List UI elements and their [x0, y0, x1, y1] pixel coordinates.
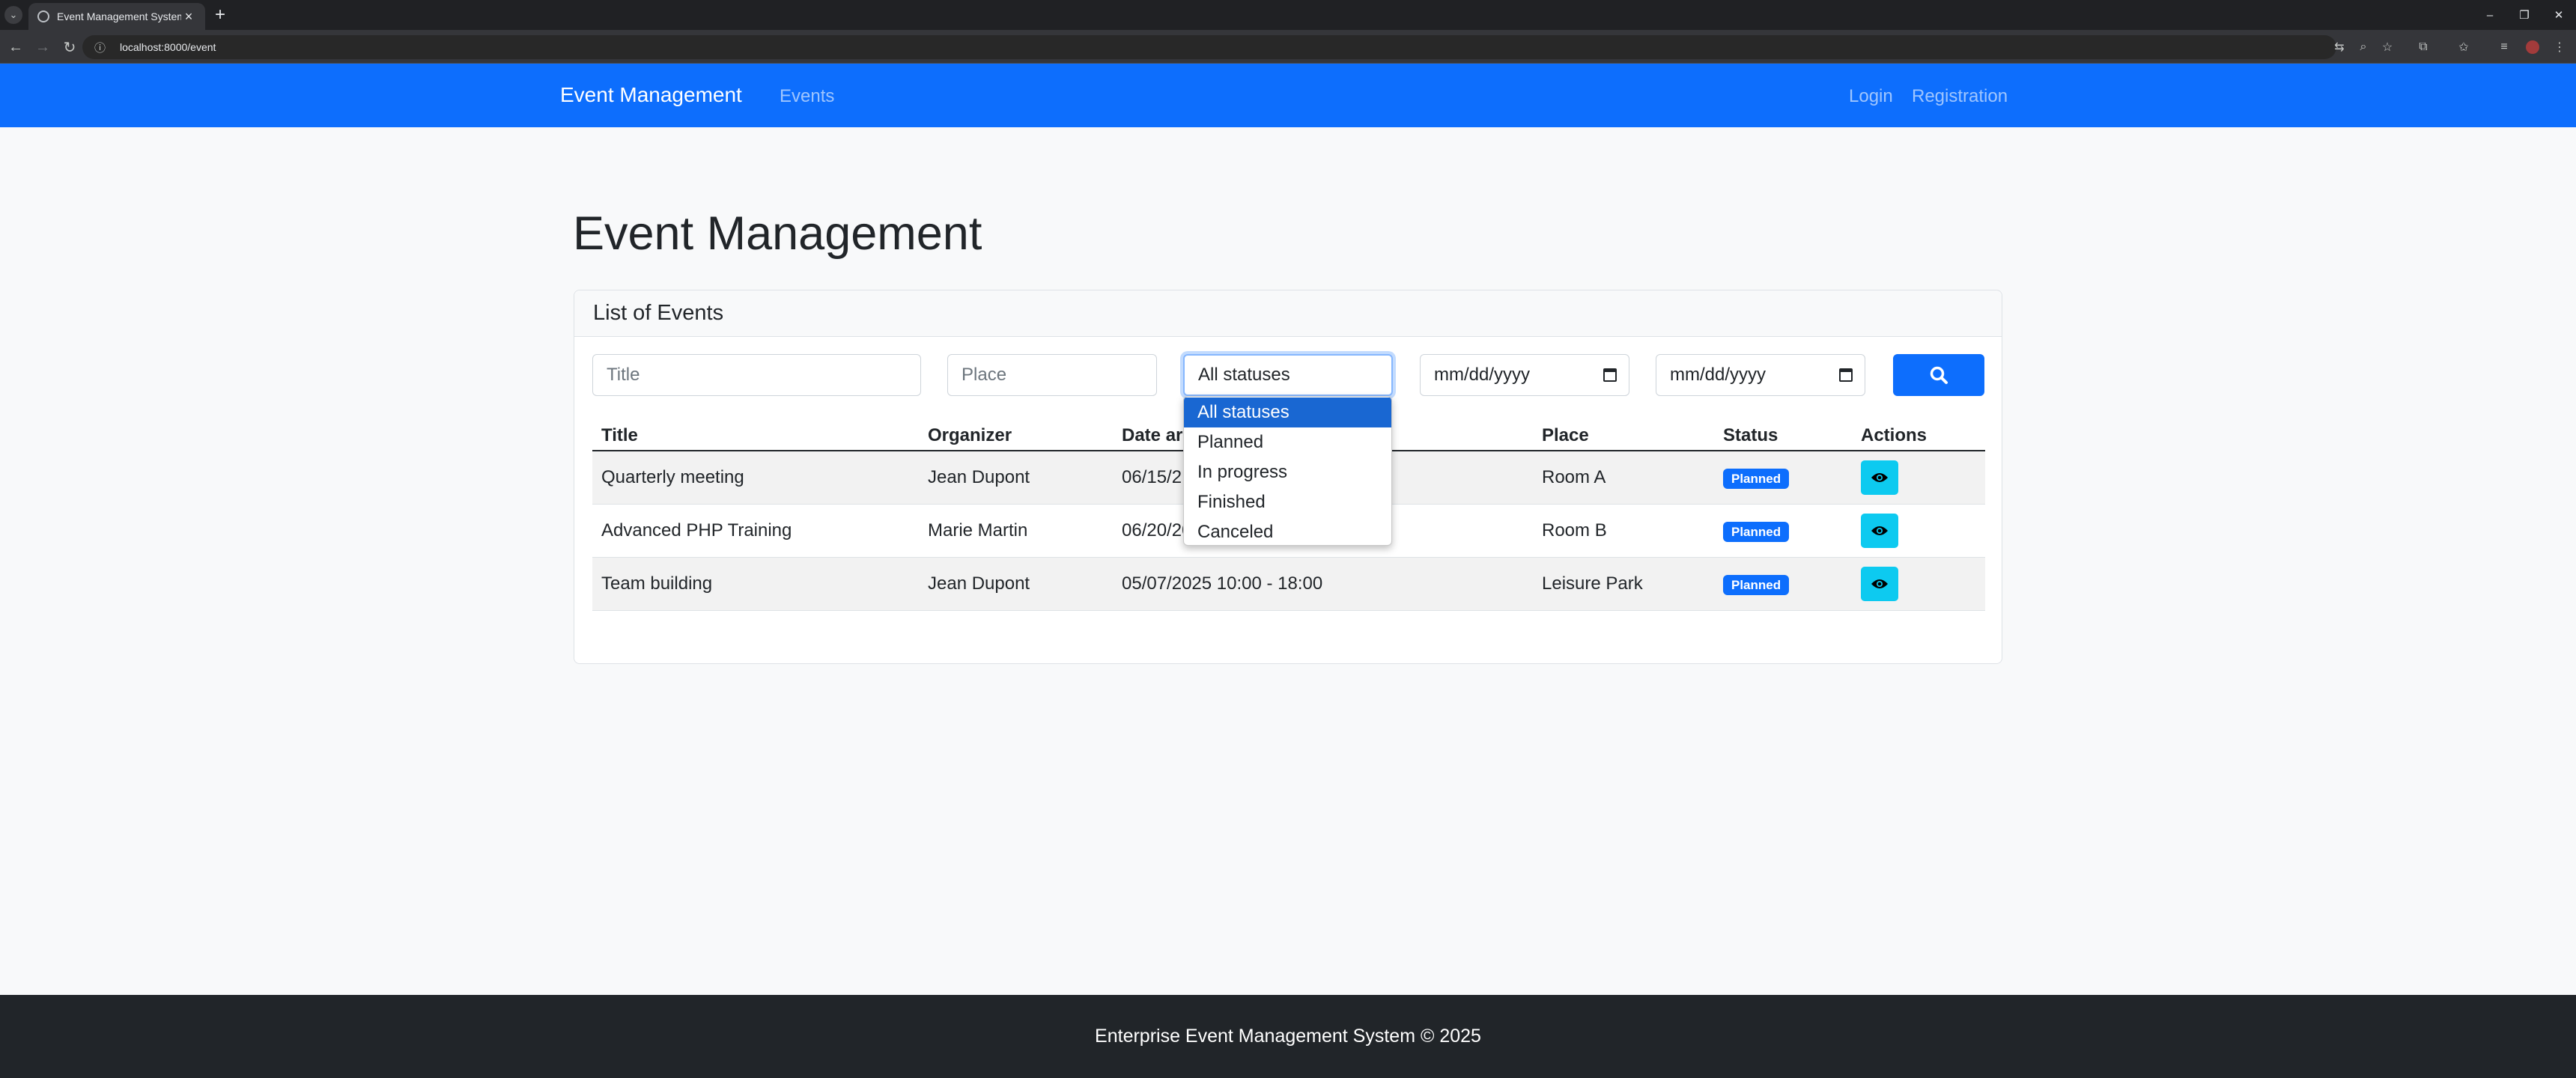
nav-link-registration[interactable]: Registration	[1912, 86, 2008, 107]
tab-search-icon[interactable]: ⌄	[4, 6, 22, 24]
event-title: Quarterly meeting	[592, 451, 919, 505]
nav-link-events[interactable]: Events	[780, 86, 834, 107]
event-date: 05/07/2025 10:00 - 18:00	[1113, 557, 1533, 611]
status-cell: Planned	[1714, 557, 1852, 611]
site-footer: Enterprise Event Management System © 202…	[0, 995, 2576, 1078]
new-tab-icon[interactable]: +	[210, 4, 231, 25]
bookmark-star-icon[interactable]: ☆	[2377, 37, 2398, 58]
view-event-button[interactable]	[1861, 460, 1898, 495]
date-from-placeholder: mm/dd/yyyy	[1434, 365, 1531, 385]
actions-cell	[1852, 504, 1985, 558]
eye-icon	[1871, 579, 1888, 588]
site-navbar: Event Management Events Login Registrati…	[0, 64, 2576, 127]
place-filter-input[interactable]: Place	[947, 354, 1157, 396]
date-from-input[interactable]: mm/dd/yyyy	[1420, 354, 1629, 396]
status-option-canceled[interactable]: Canceled	[1184, 517, 1391, 545]
status-dropdown-list: All statuses Planned In progress Finishe…	[1183, 396, 1392, 546]
footer-text: Enterprise Event Management System © 202…	[1095, 1026, 1481, 1047]
card-title: List of Events	[593, 301, 724, 325]
menu-kebab-icon[interactable]: ⋮	[2549, 37, 2570, 58]
card-header: List of Events	[574, 290, 2002, 337]
translate-icon[interactable]: ⇆	[2329, 37, 2350, 58]
back-icon[interactable]: ←	[4, 36, 27, 58]
date-to-input[interactable]: mm/dd/yyyy	[1656, 354, 1865, 396]
search-button[interactable]	[1893, 354, 1984, 396]
status-option-planned[interactable]: Planned	[1184, 427, 1391, 457]
page-title: Event Management	[573, 207, 982, 260]
tab-title: Event Management System	[57, 10, 181, 22]
navbar-brand[interactable]: Event Management	[560, 83, 742, 107]
column-header-place: Place	[1533, 421, 1714, 451]
status-badge: Planned	[1723, 574, 1790, 595]
close-window-icon[interactable]: ✕	[2542, 1, 2576, 28]
event-organizer: Jean Dupont	[919, 451, 1113, 505]
reload-icon[interactable]: ↻	[58, 36, 81, 58]
status-filter-value: All statuses	[1198, 365, 1290, 385]
status-cell: Planned	[1714, 451, 1852, 505]
site-info-icon[interactable]: ⓘ	[94, 40, 111, 55]
column-header-organizer: Organizer	[919, 421, 1113, 451]
event-title: Team building	[592, 557, 919, 611]
bookmarks-icon[interactable]: ✩	[2453, 37, 2474, 58]
event-organizer: Jean Dupont	[919, 557, 1113, 611]
minimize-icon[interactable]: –	[2473, 1, 2507, 28]
eye-icon	[1871, 473, 1888, 482]
url-text[interactable]: localhost:8000/event	[120, 41, 216, 53]
status-filter-select[interactable]: All statuses	[1183, 354, 1393, 396]
address-bar[interactable]: ⓘ localhost:8000/event	[82, 35, 2336, 59]
table-row: Team building Jean Dupont 05/07/2025 10:…	[592, 557, 1985, 611]
nav-link-login[interactable]: Login	[1849, 86, 1893, 107]
event-place: Room B	[1533, 504, 1714, 558]
forward-icon[interactable]: →	[31, 36, 54, 58]
reading-list-icon[interactable]: ≡	[2494, 37, 2515, 58]
column-header-status: Status	[1714, 421, 1852, 451]
extensions-icon[interactable]: ⧉	[2413, 37, 2434, 58]
actions-cell	[1852, 557, 1985, 611]
event-organizer: Marie Martin	[919, 504, 1113, 558]
eye-icon	[1871, 526, 1888, 535]
status-badge: Planned	[1723, 468, 1790, 489]
date-to-placeholder: mm/dd/yyyy	[1670, 365, 1767, 385]
status-option-in-progress[interactable]: In progress	[1184, 457, 1391, 487]
column-header-actions: Actions	[1852, 421, 1985, 451]
browser-tab[interactable]: Event Management System ×	[28, 3, 205, 30]
status-cell: Planned	[1714, 504, 1852, 558]
actions-cell	[1852, 451, 1985, 505]
view-event-button[interactable]	[1861, 514, 1898, 548]
column-header-title: Title	[592, 421, 919, 451]
status-option-finished[interactable]: Finished	[1184, 487, 1391, 517]
status-option-all[interactable]: All statuses	[1184, 398, 1391, 427]
restore-icon[interactable]: ❐	[2507, 1, 2542, 28]
place-filter-placeholder: Place	[962, 365, 1007, 385]
profile-avatar-icon[interactable]	[2522, 37, 2543, 58]
browser-tab-strip: ⌄ Event Management System × + – ❐ ✕	[0, 0, 2576, 30]
calendar-icon[interactable]	[1603, 368, 1617, 382]
title-filter-placeholder: Title	[607, 365, 640, 385]
search-icon	[1930, 366, 1948, 384]
event-place: Leisure Park	[1533, 557, 1714, 611]
globe-icon	[37, 10, 49, 22]
event-place: Room A	[1533, 451, 1714, 505]
event-title: Advanced PHP Training	[592, 504, 919, 558]
zoom-icon[interactable]: ⌕	[2353, 37, 2374, 58]
status-badge: Planned	[1723, 521, 1790, 542]
close-tab-icon[interactable]: ×	[181, 9, 196, 25]
calendar-icon[interactable]	[1839, 368, 1853, 382]
title-filter-input[interactable]: Title	[592, 354, 921, 396]
view-event-button[interactable]	[1861, 567, 1898, 601]
